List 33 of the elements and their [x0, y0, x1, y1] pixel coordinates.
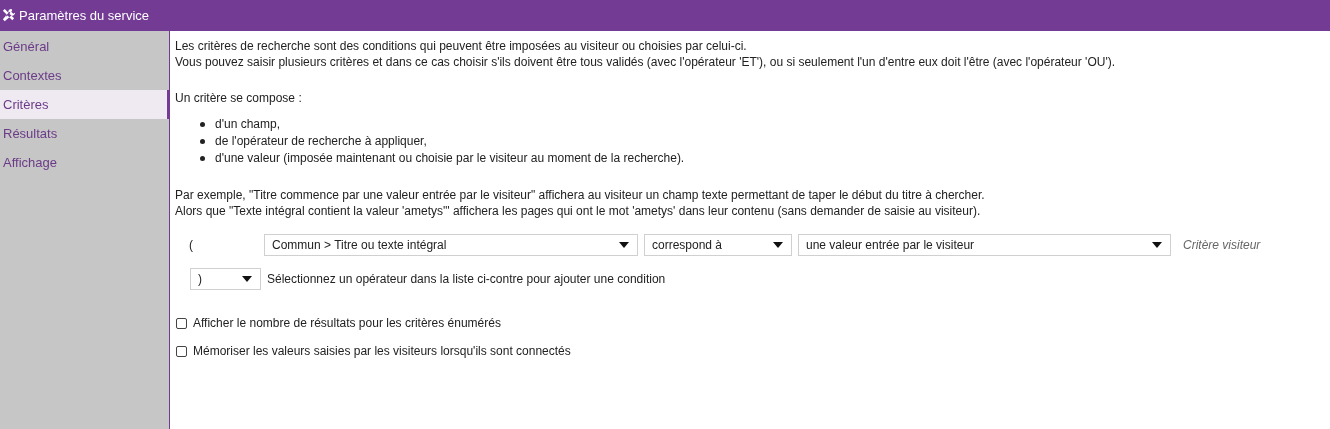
hint-text: Sélectionnez un opérateur dans la liste ci-contre pour ajouter une condition — [267, 272, 666, 286]
bullet-icon — [200, 156, 205, 161]
caret-icon — [242, 276, 252, 282]
list-item-text: d'un champ, — [215, 116, 280, 133]
caret-icon — [773, 242, 783, 248]
sidebar-item[interactable]: Contextes — [0, 61, 169, 90]
paragraph-text: Par exemple, "Titre commence par une valeur entrée par le visiteur" affichera au visiteur un champ texte permettant de taper le début du titre à chercher. — [175, 187, 986, 203]
paragraph-text: Un critère se compose : — [175, 90, 303, 106]
caret-icon — [1152, 242, 1162, 248]
dropdown[interactable]: une valeur entrée par le visiteur — [798, 234, 1171, 256]
dropdown[interactable]: correspond à — [644, 234, 792, 256]
checkbox[interactable] — [176, 345, 187, 357]
sidebar-item[interactable]: Résultats — [0, 119, 169, 148]
checkbox[interactable] — [176, 317, 187, 329]
dropdown[interactable]: Commun > Titre ou texte intégral — [264, 234, 638, 256]
parenthesis-text: ( — [188, 238, 194, 252]
paragraph-text: Vous pouvez saisir plusieurs critères et dans ce cas choisir s'ils doivent être tous validés (avec l'opérateur 'ET'), ou si seulement l'un d'entre eux doit l'être (avec l'opérateur 'OU'). — [175, 54, 1116, 70]
list-item-text: de l'opérateur de recherche à appliquer, — [215, 133, 427, 150]
dropdown[interactable]: ) — [190, 268, 261, 290]
criterion-note: Critère visiteur — [1183, 238, 1261, 252]
tools-icon — [1, 8, 16, 23]
sidebar-item[interactable]: Critères — [0, 90, 170, 119]
sidebar-item[interactable]: Affichage — [0, 148, 169, 177]
checkbox-label: Afficher le nombre de résultats pour les critères énumérés — [193, 316, 501, 330]
paragraph-text: Alors que "Texte intégral contient la valeur 'ametys'" affichera les pages qui ont le mot 'ametys' dans leur contenu (sans demander de saisie au visiteur). — [175, 203, 982, 219]
list-item-text: d'une valeur (imposée maintenant ou choisie par le visiteur au moment de la recherche). — [215, 150, 685, 167]
caret-icon — [619, 242, 629, 248]
paragraph-text: Les critères de recherche sont des conditions qui peuvent être imposées au visiteur ou choisies par celui-ci. — [175, 38, 748, 54]
window-title: Paramètres du service — [19, 8, 150, 23]
checkbox-label: Mémoriser les valeurs saisies par les visiteurs lorsqu'ils sont connectés — [193, 344, 571, 358]
sidebar-item[interactable]: Général — [0, 32, 169, 61]
bullet-icon — [200, 139, 205, 144]
bullet-icon — [200, 122, 205, 127]
